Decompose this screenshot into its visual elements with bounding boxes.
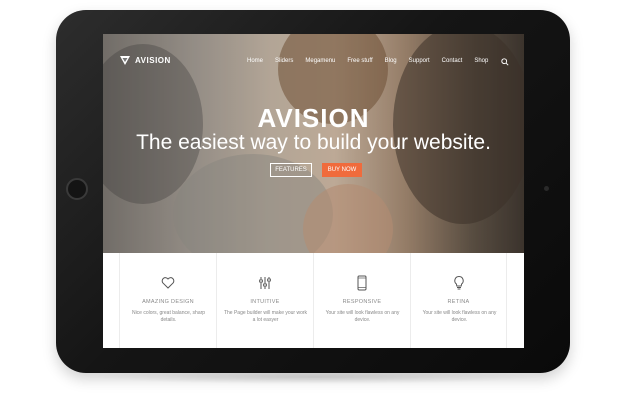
search-icon[interactable] — [501, 58, 509, 66]
feature-responsive: RESPONSIVE Your site will look flawless … — [313, 253, 410, 348]
feature-retina: RETINA Your site will look flawless on a… — [410, 253, 507, 348]
feature-title: RETINA — [447, 299, 470, 305]
feature-desc: Your site will look flawless on any devi… — [325, 310, 400, 323]
feature-title: RESPONSIVE — [342, 299, 382, 305]
home-button[interactable] — [66, 178, 88, 200]
tablet-screen: AVISION Home Sliders Megamenu Free stuff… — [103, 34, 524, 348]
features-section: AMAZING DESIGN Nice colors, great balanc… — [103, 253, 524, 348]
nav-menu: Home Sliders Megamenu Free stuff Blog Su… — [247, 58, 500, 64]
logo-icon — [120, 56, 130, 65]
nav-item-contact[interactable]: Contact — [442, 58, 463, 64]
nav-item-megamenu[interactable]: Megamenu — [305, 58, 335, 64]
feature-desc: The Page builder will make your work a l… — [223, 310, 308, 323]
feature-title: INTUITIVE — [250, 299, 280, 305]
heart-icon — [161, 277, 175, 289]
feature-desc: Nice colors, great balance, sharp detail… — [131, 310, 206, 323]
sliders-icon — [259, 277, 271, 289]
nav-item-free-stuff[interactable]: Free stuff — [347, 58, 372, 64]
bulb-icon — [454, 275, 464, 290]
phone-icon — [357, 275, 367, 291]
hero-title: AVISION — [257, 103, 370, 133]
buy-now-button[interactable]: BUY NOW — [322, 163, 362, 177]
hero-subtitle: The easiest way to build your website. — [136, 131, 491, 154]
nav-item-blog[interactable]: Blog — [385, 58, 397, 64]
nav-item-shop[interactable]: Shop — [474, 58, 488, 64]
nav-item-home[interactable]: Home — [247, 58, 263, 64]
camera-icon — [544, 186, 549, 191]
feature-amazing-design: AMAZING DESIGN Nice colors, great balanc… — [119, 253, 216, 348]
nav-item-sliders[interactable]: Sliders — [275, 58, 293, 64]
top-nav: AVISION Home Sliders Megamenu Free stuff… — [103, 34, 524, 66]
logo[interactable]: AVISION — [119, 54, 171, 66]
features-button[interactable]: FEATURES — [270, 163, 312, 177]
hero-section: AVISION Home Sliders Megamenu Free stuff… — [103, 34, 524, 253]
nav-item-support[interactable]: Support — [409, 58, 430, 64]
feature-intuitive: INTUITIVE The Page builder will make you… — [216, 253, 313, 348]
feature-title: AMAZING DESIGN — [142, 299, 194, 305]
feature-desc: Your site will look flawless on any devi… — [422, 310, 497, 323]
logo-text: AVISION — [135, 55, 171, 65]
